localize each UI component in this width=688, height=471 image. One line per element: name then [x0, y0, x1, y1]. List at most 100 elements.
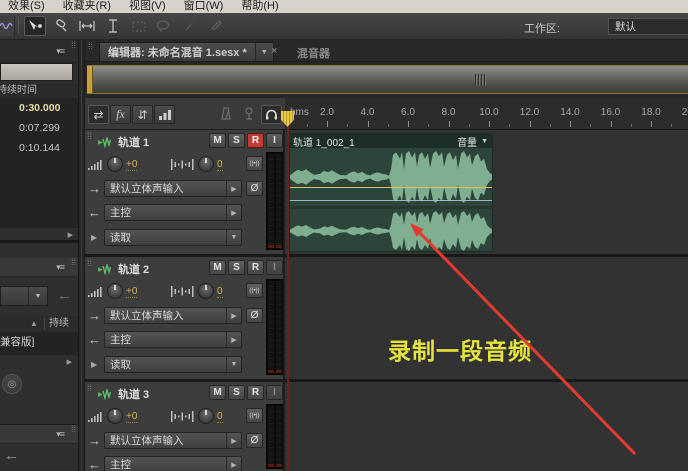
clip-envelope-selector[interactable]: 音量 ▼: [457, 134, 492, 149]
panel-menu-icon[interactable]: ▾≡: [56, 429, 64, 440]
panel-grip-icon[interactable]: ⁞⁞: [71, 260, 76, 264]
panel-grip-icon[interactable]: ⁞⁞: [88, 44, 93, 48]
pan-envelope-line[interactable]: [290, 200, 492, 201]
track-name[interactable]: 轨道 1: [118, 134, 149, 150]
record-arm-button[interactable]: R: [247, 385, 264, 400]
slip-tool-icon[interactable]: [76, 16, 98, 36]
menu-effects[interactable]: 效果(S): [8, 0, 45, 13]
razor-tool-icon[interactable]: [50, 16, 72, 36]
back-arrow-icon[interactable]: ←: [4, 448, 19, 463]
zoom-navigator-track[interactable]: [87, 65, 688, 94]
time-selection-tool-icon[interactable]: [102, 16, 124, 36]
marquee-selection-tool-icon[interactable]: [128, 16, 150, 36]
workspace-dropdown[interactable]: 默认: [608, 18, 688, 35]
phase-button[interactable]: Ø: [246, 181, 263, 196]
spot-healing-tool-icon[interactable]: [204, 16, 226, 36]
paintbrush-tool-icon[interactable]: [178, 16, 200, 36]
pan-knob[interactable]: [198, 156, 214, 172]
solo-button[interactable]: S: [228, 133, 245, 148]
pan-value[interactable]: 0: [217, 286, 223, 298]
input-monitor-button[interactable]: I: [266, 385, 283, 400]
list-item[interactable]: 0:10.144: [0, 138, 78, 158]
back-arrow-icon[interactable]: ←: [57, 288, 72, 303]
horizontal-scrollbar[interactable]: ▶: [0, 354, 78, 368]
monitor-headphone-icon[interactable]: [261, 105, 282, 124]
tab-editor[interactable]: 编辑器: 未命名混音 1.sesx * ▼: [99, 42, 274, 61]
lasso-selection-tool-icon[interactable]: [152, 16, 174, 36]
phase-button[interactable]: Ø: [246, 433, 263, 448]
input-dropdown[interactable]: 默认立体声输入 ▶: [104, 307, 242, 324]
track-grip-icon[interactable]: ⁞⁞: [87, 386, 92, 390]
track-grip-icon[interactable]: ⁞⁞: [87, 134, 92, 138]
effects-fx-icon[interactable]: fx: [110, 105, 131, 124]
menu-help[interactable]: 帮助(H): [241, 0, 278, 13]
solo-button[interactable]: S: [228, 385, 245, 400]
automation-expand-icon[interactable]: ▶: [91, 233, 97, 242]
mute-button[interactable]: M: [209, 133, 226, 148]
move-tool-icon[interactable]: [24, 16, 46, 36]
automation-expand-icon[interactable]: ▶: [91, 360, 97, 369]
menu-window[interactable]: 窗口(W): [184, 0, 224, 13]
mute-button[interactable]: M: [209, 385, 226, 400]
monitor-input-icon[interactable]: ((•)): [246, 408, 263, 423]
input-monitor-button[interactable]: I: [266, 133, 283, 148]
track-name[interactable]: 轨道 3: [118, 386, 149, 402]
automation-dropdown[interactable]: 读取 ▼: [104, 356, 242, 373]
tempo-icon[interactable]: [243, 107, 255, 123]
output-dropdown[interactable]: 主控 ▶: [104, 456, 242, 471]
track-name[interactable]: 轨道 2: [118, 261, 149, 277]
pan-knob[interactable]: [198, 408, 214, 424]
duration-column-header[interactable]: 持续时间: [0, 83, 78, 99]
scroll-right-icon[interactable]: ▶: [67, 358, 72, 366]
metronome-icon[interactable]: [219, 107, 233, 123]
close-icon[interactable]: ×: [271, 45, 277, 57]
playhead-line[interactable]: [287, 111, 289, 471]
menu-favorites[interactable]: 收藏夹(R): [63, 0, 111, 13]
effects-sort-header[interactable]: ▲ 持续: [0, 316, 78, 333]
volume-envelope-line[interactable]: [290, 187, 492, 188]
volume-knob[interactable]: [107, 283, 123, 299]
volume-knob[interactable]: [107, 156, 123, 172]
volume-value[interactable]: +0: [126, 411, 137, 423]
waveform-view-icon[interactable]: [0, 16, 15, 36]
scroll-right-icon[interactable]: ▶: [68, 231, 73, 239]
volume-knob[interactable]: [107, 408, 123, 424]
record-arm-button[interactable]: R: [247, 133, 264, 148]
list-item[interactable]: 0:07.299: [0, 118, 78, 138]
track-grip-icon[interactable]: ⁞⁞: [87, 261, 92, 265]
output-dropdown[interactable]: 主控 ▶: [104, 204, 242, 221]
list-item[interactable]: 0:30.000: [0, 98, 78, 118]
menu-view[interactable]: 视图(V): [129, 0, 166, 13]
track-1-lane[interactable]: 轨道 1_002_1 音量 ▼: [285, 130, 688, 254]
panel-splitter[interactable]: [78, 40, 85, 471]
effect-item[interactable]: 兼容版]: [0, 336, 34, 348]
left-panel-input[interactable]: [0, 63, 73, 81]
volume-value[interactable]: +0: [126, 159, 137, 171]
panel-menu-icon[interactable]: ▾≡: [56, 262, 64, 273]
eq-bars-icon[interactable]: [154, 105, 175, 124]
input-dropdown[interactable]: 默认立体声输入 ▶: [104, 180, 242, 197]
panel-grip-icon[interactable]: ⁞⁞: [71, 43, 76, 47]
panel-grip-icon[interactable]: ⁞⁞: [71, 427, 76, 431]
io-routing-icon[interactable]: ⇄: [88, 105, 109, 124]
mute-button[interactable]: M: [209, 260, 226, 275]
zoom-left-handle[interactable]: [87, 66, 93, 93]
input-monitor-button[interactable]: I: [266, 260, 283, 275]
volume-value[interactable]: +0: [126, 286, 137, 298]
monitor-input-icon[interactable]: ((•)): [246, 156, 263, 171]
sends-icon[interactable]: ⇵: [132, 105, 153, 124]
track-3-lane[interactable]: [285, 382, 688, 471]
solo-button[interactable]: S: [228, 260, 245, 275]
timeline-ruler[interactable]: hms 2.04.06.08.010.012.014.016.018.020.0: [285, 98, 688, 130]
pan-value[interactable]: 0: [217, 159, 223, 171]
tab-mixer[interactable]: 混音器: [297, 45, 330, 61]
horizontal-scrollbar[interactable]: ▶: [0, 227, 78, 241]
record-arm-button[interactable]: R: [247, 260, 264, 275]
pan-knob[interactable]: [198, 283, 214, 299]
drag-grip-icon[interactable]: [475, 74, 486, 86]
clip-title[interactable]: 轨道 1_002_1: [290, 134, 457, 149]
monitor-input-icon[interactable]: ((•)): [246, 283, 263, 298]
effects-preset-dropdown[interactable]: ▼: [0, 286, 48, 306]
panel-menu-icon[interactable]: ▾≡: [56, 46, 64, 57]
input-dropdown[interactable]: 默认立体声输入 ▶: [104, 432, 242, 449]
